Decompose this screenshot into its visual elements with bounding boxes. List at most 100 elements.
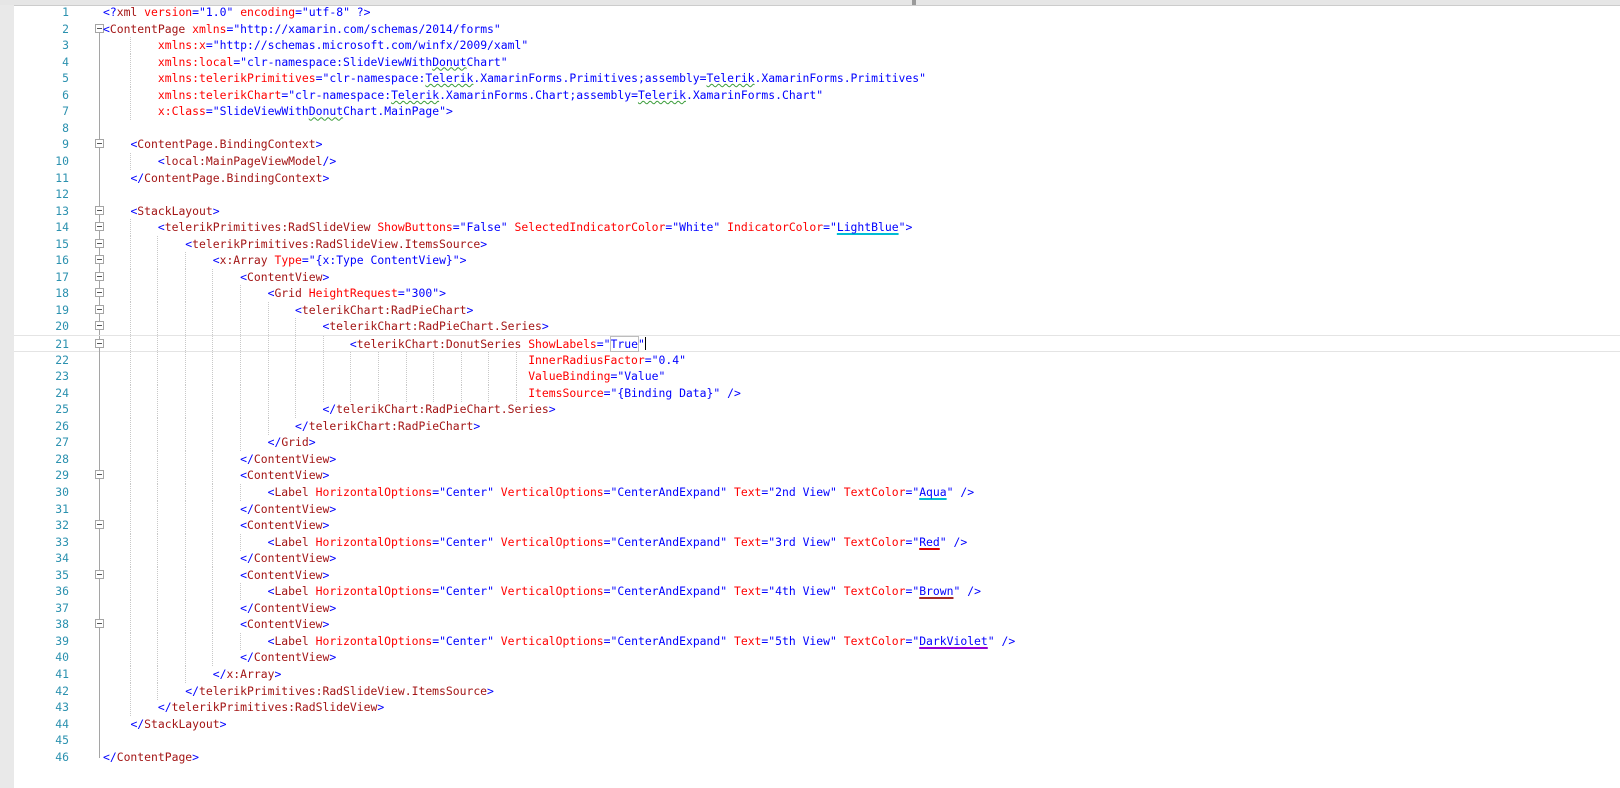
code-text[interactable]: <ContentView> <box>103 269 329 286</box>
line-number: 31 <box>55 501 69 516</box>
code-line[interactable]: 14 <telerikPrimitives:RadSlideView ShowB… <box>14 219 1620 237</box>
code-text[interactable]: <telerikPrimitives:RadSlideView.ItemsSou… <box>103 236 487 253</box>
code-line[interactable]: 10 <local:MainPageViewModel/> <box>14 152 1620 170</box>
code-text[interactable]: <ContentView> <box>103 616 329 633</box>
code-text[interactable]: <Label HorizontalOptions="Center" Vertic… <box>103 484 974 501</box>
code-text[interactable]: <Grid HeightRequest="300"> <box>103 285 446 302</box>
code-text[interactable]: </ContentPage.BindingContext> <box>103 170 329 187</box>
code-line[interactable]: 22 InnerRadiusFactor="0.4" <box>14 351 1620 369</box>
code-text[interactable]: </ContentView> <box>103 501 336 518</box>
code-line[interactable]: 28 </ContentView> <box>14 450 1620 468</box>
code-line[interactable]: 24 ItemsSource="{Binding Data}" /> <box>14 384 1620 402</box>
code-line[interactable]: 19 <telerikChart:RadPieChart> <box>14 301 1620 319</box>
code-line[interactable]: 12 <box>14 186 1620 204</box>
code-text[interactable]: <x:Array Type="{x:Type ContentView}"> <box>103 252 467 269</box>
code-line[interactable]: 5 xmlns:telerikPrimitives="clr-namespace… <box>14 70 1620 88</box>
code-text[interactable]: </x:Array> <box>103 666 282 683</box>
code-line[interactable]: 46 </ContentPage> <box>14 748 1620 766</box>
line-number: 40 <box>55 650 69 665</box>
code-text[interactable]: ItemsSource="{Binding Data}" /> <box>103 385 741 402</box>
code-line[interactable]: 20 <telerikChart:RadPieChart.Series> <box>14 318 1620 336</box>
code-line[interactable]: 11 </ContentPage.BindingContext> <box>14 169 1620 187</box>
code-text[interactable]: xmlns:x="http://schemas.microsoft.com/wi… <box>103 37 528 54</box>
fold-guide-line <box>99 53 100 71</box>
code-text[interactable]: </Grid> <box>103 434 316 451</box>
code-line[interactable]: 35 <ContentView> <box>14 566 1620 584</box>
code-text[interactable]: <telerikPrimitives:RadSlideView ShowButt… <box>103 219 912 236</box>
code-text[interactable]: <Label HorizontalOptions="Center" Vertic… <box>103 583 981 600</box>
code-text[interactable]: <telerikChart:DonutSeries ShowLabels="Tr… <box>103 336 646 353</box>
code-line[interactable]: 27 </Grid> <box>14 434 1620 452</box>
code-text[interactable]: </ContentPage> <box>103 749 199 766</box>
code-line[interactable]: 42 </telerikPrimitives:RadSlideView.Item… <box>14 682 1620 700</box>
code-line[interactable]: 39 <Label HorizontalOptions="Center" Ver… <box>14 632 1620 650</box>
code-line[interactable]: 6 xmlns:telerikChart="clr-namespace:Tele… <box>14 86 1620 104</box>
code-line[interactable]: 18 <Grid HeightRequest="300"> <box>14 285 1620 303</box>
code-text[interactable]: <telerikChart:RadPieChart> <box>103 302 473 319</box>
code-line[interactable]: 34 </ContentView> <box>14 550 1620 568</box>
code-text[interactable]: </StackLayout> <box>103 716 226 733</box>
code-text[interactable]: <StackLayout> <box>103 203 219 220</box>
fold-guide-line <box>99 500 100 518</box>
code-line[interactable]: 33 <Label HorizontalOptions="Center" Ver… <box>14 533 1620 551</box>
code-text[interactable]: </telerikPrimitives:RadSlideView.ItemsSo… <box>103 683 494 700</box>
code-text[interactable]: </ContentView> <box>103 550 336 567</box>
code-text[interactable]: <ContentPage.BindingContext> <box>103 136 322 153</box>
code-line[interactable]: 4 xmlns:local="clr-namespace:SlideViewWi… <box>14 53 1620 71</box>
code-line[interactable]: 2 <ContentPage xmlns="http://xamarin.com/… <box>14 21 1620 38</box>
code-line[interactable]: 8 <box>14 119 1620 137</box>
code-line[interactable]: 37 </ContentView> <box>14 599 1620 617</box>
code-line[interactable]: 44 </StackLayout> <box>14 715 1620 733</box>
code-editor[interactable]: 1 <?xml version="1.0" encoding="utf-8" ?>… <box>0 0 1620 788</box>
code-line[interactable]: 15 <telerikPrimitives:RadSlideView.Items… <box>14 235 1620 253</box>
code-line[interactable]: 32 <ContentView> <box>14 517 1620 535</box>
code-line[interactable]: 13 <StackLayout> <box>14 202 1620 220</box>
code-text[interactable]: </telerikChart:RadPieChart> <box>103 418 480 435</box>
line-number: 2 <box>62 21 69 36</box>
code-line[interactable]: 45 <box>14 732 1620 750</box>
code-line[interactable]: 16 <x:Array Type="{x:Type ContentView}"> <box>14 252 1620 270</box>
code-line[interactable]: 9 <ContentPage.BindingContext> <box>14 136 1620 154</box>
code-line[interactable]: 7 x:Class="SlideViewWithDonutChart.MainP… <box>14 103 1620 121</box>
code-line[interactable]: 31 </ContentView> <box>14 500 1620 518</box>
code-text[interactable]: <telerikChart:RadPieChart.Series> <box>103 318 548 335</box>
code-text[interactable]: </ContentView> <box>103 451 336 468</box>
code-text[interactable]: </telerikPrimitives:RadSlideView> <box>103 699 384 716</box>
code-text[interactable]: <?xml version="1.0" encoding="utf-8" ?> <box>103 4 371 21</box>
code-text[interactable]: <local:MainPageViewModel/> <box>103 153 336 170</box>
code-line[interactable]: 23 ValueBinding="Value" <box>14 368 1620 386</box>
code-line[interactable]: 17 <ContentView> <box>14 268 1620 286</box>
code-line[interactable]: 41 </x:Array> <box>14 666 1620 683</box>
code-text[interactable]: <Label HorizontalOptions="Center" Vertic… <box>103 534 968 551</box>
code-line[interactable]: 40 </ContentView> <box>14 649 1620 667</box>
code-line[interactable]: 30 <Label HorizontalOptions="Center" Ver… <box>14 483 1620 501</box>
code-text[interactable]: <Label HorizontalOptions="Center" Vertic… <box>103 633 1016 650</box>
code-line[interactable]: 26 </telerikChart:RadPieChart> <box>14 417 1620 435</box>
code-line[interactable]: 36 <Label HorizontalOptions="Center" Ver… <box>14 583 1620 601</box>
line-number: 35 <box>55 567 69 582</box>
code-line[interactable]: 3 xmlns:x="http://schemas.microsoft.com/… <box>14 37 1620 55</box>
code-line[interactable]: 1 <?xml version="1.0" encoding="utf-8" ?> <box>14 4 1620 21</box>
code-text[interactable]: InnerRadiusFactor="0.4" <box>103 352 686 369</box>
code-text[interactable]: x:Class="SlideViewWithDonutChart.MainPag… <box>103 103 453 120</box>
line-number: 18 <box>55 286 69 301</box>
code-text[interactable]: <ContentView> <box>103 567 329 584</box>
code-text[interactable]: <ContentPage xmlns="http://xamarin.com/s… <box>103 21 501 38</box>
code-line[interactable]: 29 <ContentView> <box>14 467 1620 485</box>
code-text[interactable]: </ContentView> <box>103 649 336 666</box>
code-line[interactable]: 43 </telerikPrimitives:RadSlideView> <box>14 699 1620 717</box>
code-text[interactable]: <ContentView> <box>103 467 329 484</box>
line-number: 16 <box>55 253 69 268</box>
code-text[interactable]: ValueBinding="Value" <box>103 368 665 385</box>
code-text[interactable]: xmlns:local="clr-namespace:SlideViewWith… <box>103 54 508 71</box>
code-text[interactable]: </telerikChart:RadPieChart.Series> <box>103 401 555 418</box>
code-text[interactable]: xmlns:telerikPrimitives="clr-namespace:T… <box>103 70 926 87</box>
code-line[interactable]: 38 <ContentView> <box>14 616 1620 634</box>
code-text[interactable]: <ContentView> <box>103 517 329 534</box>
code-text[interactable]: xmlns:telerikChart="clr-namespace:Teleri… <box>103 87 823 104</box>
line-number: 19 <box>55 302 69 317</box>
fold-guide-line <box>99 699 100 717</box>
code-text[interactable]: </ContentView> <box>103 600 336 617</box>
code-line[interactable]: 25 </telerikChart:RadPieChart.Series> <box>14 401 1620 419</box>
code-line[interactable]: 21 <telerikChart:DonutSeries ShowLabels=… <box>14 335 1620 353</box>
